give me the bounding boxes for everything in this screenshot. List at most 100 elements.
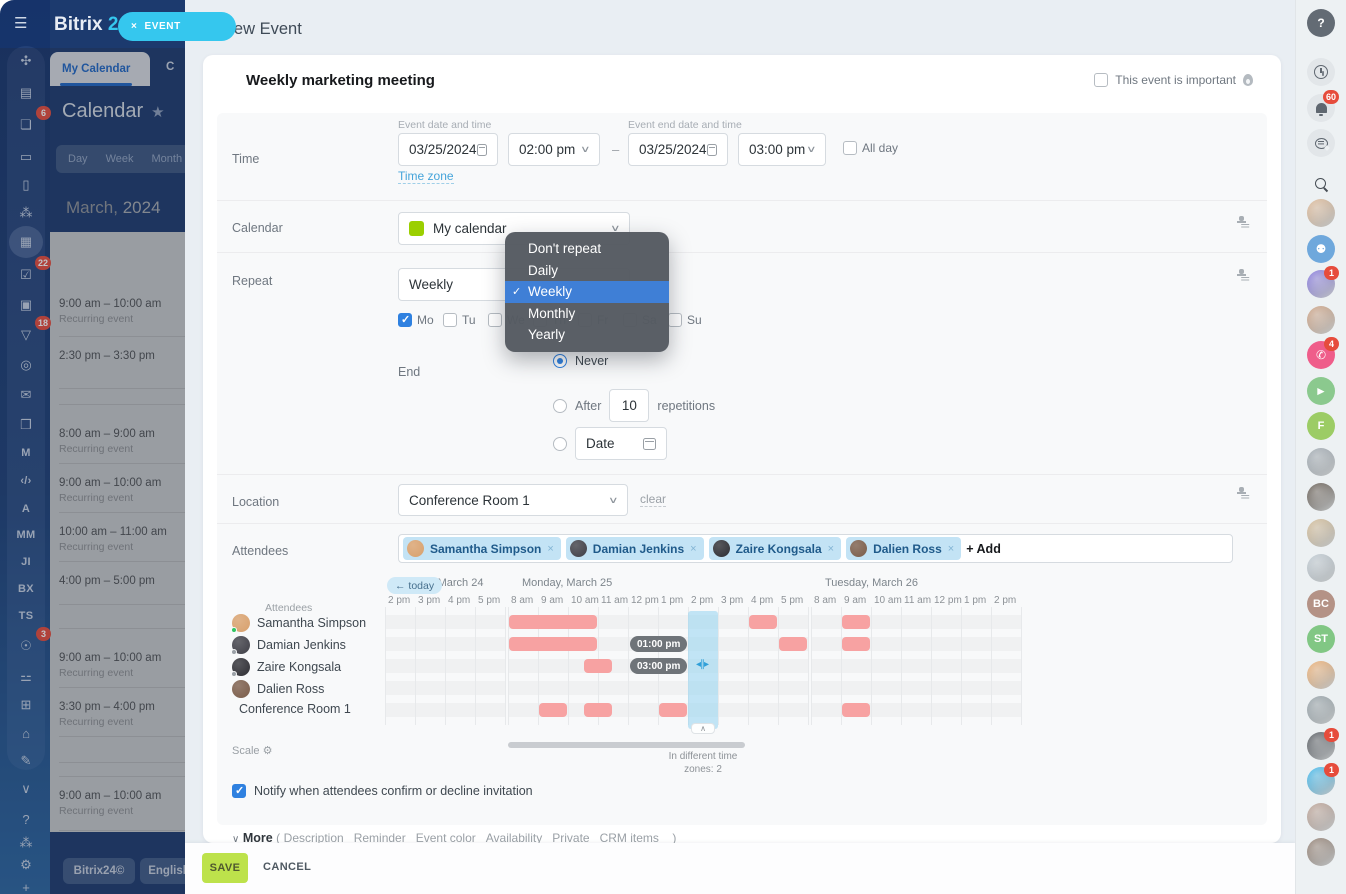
weekday-checkbox[interactable] bbox=[488, 313, 502, 327]
start-date-input[interactable]: 03/25/2024 bbox=[398, 133, 498, 166]
pin-icon[interactable] bbox=[1236, 215, 1248, 229]
end-date-input[interactable]: 03/25/2024 bbox=[628, 133, 728, 166]
remove-attendee-icon[interactable]: × bbox=[948, 543, 954, 555]
avatar[interactable]: ► bbox=[1307, 377, 1335, 405]
pin-icon[interactable] bbox=[1236, 268, 1248, 282]
rail-item-contacts[interactable]: ▣ bbox=[9, 292, 43, 318]
avatar[interactable] bbox=[1307, 199, 1335, 227]
agenda-event[interactable]: 9:00 am – 10:00 amRecurring event bbox=[59, 298, 179, 325]
rail-item-drive[interactable]: ▭ bbox=[9, 144, 43, 170]
scheduler-scrollbar[interactable] bbox=[508, 742, 745, 748]
avatar[interactable] bbox=[1307, 838, 1335, 866]
repeat-option-yearly[interactable]: Yearly bbox=[505, 324, 669, 346]
avatar[interactable] bbox=[1307, 661, 1335, 689]
weekday-checkbox[interactable] bbox=[398, 313, 412, 327]
weekday-tu[interactable]: Tu bbox=[443, 313, 476, 327]
remove-attendee-icon[interactable]: × bbox=[547, 543, 553, 555]
rail-item-knowledge[interactable]: ❒ bbox=[9, 412, 43, 438]
rail-item-messenger[interactable]: ❏6 bbox=[9, 112, 43, 138]
rail-item-tasks[interactable]: ☑22 bbox=[9, 262, 43, 288]
end-after-radio[interactable] bbox=[553, 399, 567, 413]
agenda-event[interactable]: 9:00 am – 10:00 amRecurring event bbox=[59, 652, 179, 679]
agenda-event[interactable]: 9:00 am – 10:00 amRecurring event bbox=[59, 790, 179, 817]
location-select[interactable]: Conference Room 1∨ bbox=[398, 484, 628, 516]
view-week[interactable]: Week bbox=[106, 153, 134, 165]
favorite-star-icon[interactable]: ★ bbox=[151, 104, 164, 121]
pin-icon[interactable] bbox=[1236, 486, 1248, 500]
avatar[interactable] bbox=[1307, 554, 1335, 582]
more-field-link[interactable]: Description bbox=[284, 831, 344, 843]
rail-item-tasks-board[interactable]: ▤ bbox=[9, 80, 43, 106]
avatar[interactable]: ✆4 bbox=[1307, 341, 1335, 369]
more-row[interactable]: ∨ More ( DescriptionReminderEvent colorA… bbox=[232, 831, 676, 843]
tab-company-calendar[interactable]: C bbox=[166, 61, 174, 73]
repeat-option-monthly[interactable]: Monthly bbox=[505, 303, 669, 325]
rail-item-employees[interactable]: ⁂ bbox=[9, 200, 43, 226]
avatar[interactable] bbox=[1307, 306, 1335, 334]
more-field-link[interactable]: Availability bbox=[486, 831, 542, 843]
rail-item-developer[interactable]: ‹/› bbox=[9, 468, 43, 494]
agenda-event[interactable]: 8:00 am – 9:00 amRecurring event bbox=[59, 428, 179, 455]
rail-item-marketing[interactable]: ◎ bbox=[9, 352, 43, 378]
rail-item-mail[interactable]: ✉ bbox=[9, 382, 43, 408]
new-event-button[interactable]: ×EVENT bbox=[118, 12, 236, 41]
view-month[interactable]: Month bbox=[151, 153, 182, 165]
repeat-option-weekly[interactable]: Weekly bbox=[505, 281, 669, 303]
weekday-checkbox[interactable] bbox=[443, 313, 457, 327]
bitrix-footer-button[interactable]: Bitrix24© bbox=[63, 858, 135, 884]
language-button[interactable]: English bbox=[140, 858, 185, 884]
drag-handle-icon[interactable]: ◂∥▸ bbox=[696, 659, 708, 670]
today-button[interactable]: ← today bbox=[387, 577, 442, 594]
help-button[interactable]: ? bbox=[1307, 9, 1335, 37]
rail-item-workspace-a[interactable]: A bbox=[9, 496, 43, 522]
chat-icon[interactable] bbox=[1307, 129, 1335, 157]
attendees-field[interactable]: Samantha Simpson×Damian Jenkins×Zaire Ko… bbox=[398, 534, 1233, 563]
agenda-event[interactable]: 3:30 pm – 4:00 pmRecurring event bbox=[59, 701, 179, 728]
important-checkbox[interactable] bbox=[1094, 73, 1108, 87]
repetitions-input[interactable]: 10 bbox=[609, 389, 649, 422]
search-icon[interactable] bbox=[1307, 170, 1335, 198]
rail-item-workspace-ts[interactable]: TS bbox=[9, 603, 43, 629]
remove-attendee-icon[interactable]: × bbox=[690, 543, 696, 555]
avatar[interactable] bbox=[1307, 696, 1335, 724]
more-field-link[interactable]: Event color bbox=[416, 831, 476, 843]
more-field-link[interactable]: CRM items bbox=[600, 831, 659, 843]
weekday-mo[interactable]: Mo bbox=[398, 313, 434, 327]
end-time-select[interactable]: 03:00 pm∨ bbox=[738, 133, 826, 166]
start-time-select[interactable]: 02:00 pm∨ bbox=[508, 133, 600, 166]
rail-item-sites[interactable]: ⌂ bbox=[9, 720, 43, 746]
rail-item-workspace-mm[interactable]: MM bbox=[9, 522, 43, 548]
avatar[interactable] bbox=[1307, 483, 1335, 511]
rail-item-feed[interactable]: ✣ bbox=[9, 48, 43, 74]
close-icon[interactable]: × bbox=[131, 21, 137, 32]
weekday-su[interactable]: Su bbox=[668, 313, 702, 327]
clear-location-link[interactable]: clear bbox=[640, 492, 666, 507]
attendee-chip[interactable]: Damian Jenkins× bbox=[566, 537, 704, 560]
remove-attendee-icon[interactable]: × bbox=[828, 543, 834, 555]
tab-my-calendar[interactable]: My Calendar bbox=[50, 52, 150, 86]
notify-checkbox[interactable] bbox=[232, 784, 246, 798]
attendee-chip[interactable]: Zaire Kongsala× bbox=[709, 537, 841, 560]
avatar-st[interactable]: ST bbox=[1307, 625, 1335, 653]
attendee-chip[interactable]: Samantha Simpson× bbox=[403, 537, 561, 560]
repeat-option-don-t-repeat[interactable]: Don't repeat bbox=[505, 238, 669, 260]
agenda-event[interactable]: 9:00 am – 10:00 amRecurring event bbox=[59, 477, 179, 504]
rail-item-crm-funnel[interactable]: ▽18 bbox=[9, 322, 43, 348]
rail-item-workspace-ji[interactable]: JI bbox=[9, 549, 43, 575]
rail-item-market[interactable]: M bbox=[9, 440, 43, 466]
avatar[interactable]: 1 bbox=[1307, 767, 1335, 795]
more-field-link[interactable]: Reminder bbox=[354, 831, 406, 843]
attendee-chip[interactable]: Dalien Ross× bbox=[846, 537, 961, 560]
save-button[interactable]: SAVE bbox=[202, 853, 248, 883]
avatar-f[interactable]: F bbox=[1307, 412, 1335, 440]
rail-item-sign[interactable]: ✎ bbox=[9, 748, 43, 774]
rail-item-calendar[interactable]: ▦ bbox=[9, 226, 43, 258]
rail-item-store[interactable]: ⊞ bbox=[9, 692, 43, 718]
event-title[interactable]: Weekly marketing meeting bbox=[246, 72, 435, 89]
notifications-bell-icon[interactable]: 60 bbox=[1307, 94, 1335, 122]
selected-time-band[interactable] bbox=[688, 611, 718, 729]
more-field-link[interactable]: Private bbox=[552, 831, 589, 843]
collapse-chevron[interactable]: ∧ bbox=[691, 723, 715, 734]
avatar[interactable]: ⚉ bbox=[1307, 235, 1335, 263]
avatar[interactable] bbox=[1307, 803, 1335, 831]
